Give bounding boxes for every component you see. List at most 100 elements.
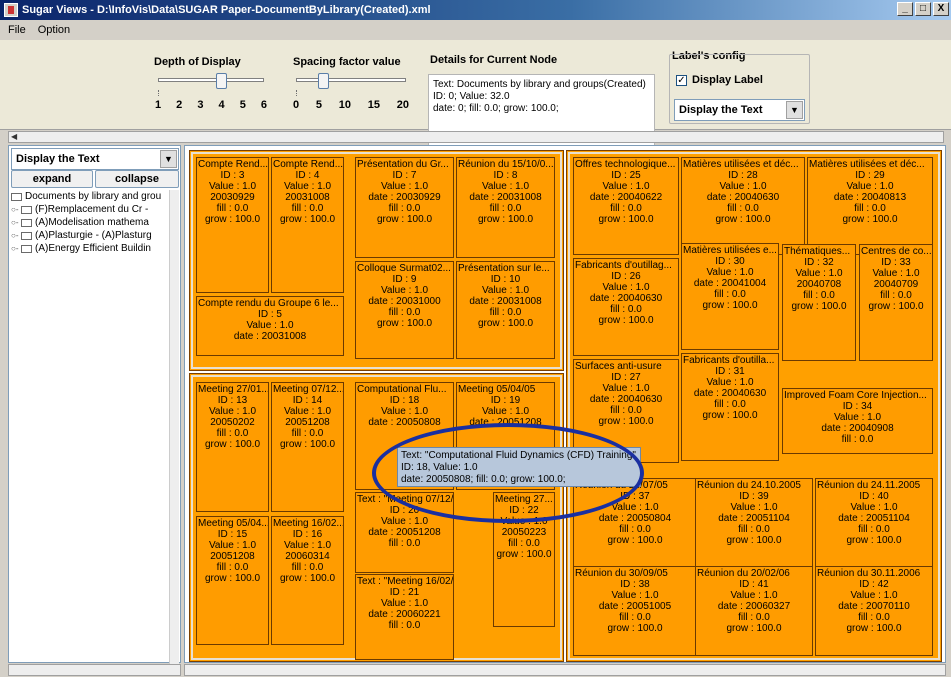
treemap-node[interactable]: Matières utilisées e... ID : 30 Value : 1.… [681, 243, 779, 350]
treemap-node[interactable]: Colloque Surmat02... ID : 9 Value : 1.0 dat… [355, 261, 454, 359]
treemap-node[interactable]: Centres de co... ID : 33 Value : 1.0 200407… [859, 244, 933, 361]
treemap-node[interactable]: Réunion du 15/10/0... ID : 8 Value : 1.0 da… [456, 157, 555, 258]
node-title: Réunion du 24.10.2005 [697, 480, 801, 491]
scroll-left-icon[interactable]: ◀ [11, 132, 17, 141]
node-attribute: grow : 100.0 [598, 214, 654, 225]
node-attribute: fill : 0.0 [738, 524, 770, 535]
expand-handle-icon[interactable]: ○- [11, 231, 19, 240]
node-attribute: Value : 1.0 [283, 181, 332, 192]
treemap-node[interactable]: Offres technologique... ID : 25 Value : 1.… [573, 157, 679, 255]
node-title: Réunion du 15/10/0... [458, 159, 554, 170]
maximize-button[interactable]: □ [915, 2, 931, 16]
depth-slider-track[interactable] [158, 78, 264, 82]
top-scrollbar[interactable]: ◀ [8, 131, 944, 143]
tree-node[interactable]: ○- (F)Remplacement du Cr - [11, 203, 177, 216]
node-attribute: date : 20051005 [598, 601, 672, 612]
menu-file[interactable]: File [8, 24, 26, 36]
node-title: Surfaces anti-usure [575, 361, 662, 372]
node-attribute: Value : 1.0 [611, 590, 659, 601]
folder-icon [11, 192, 22, 201]
node-attribute: Value : 1.0 [730, 590, 778, 601]
canvas-hscrollbar[interactable] [184, 664, 946, 676]
tree-label: (F)Remplacement du Cr - [35, 204, 149, 215]
treemap-node[interactable]: Fabricants d'outillag... ID : 26 Value : 1… [573, 258, 679, 356]
treemap-node[interactable]: Meeting 27/01... ID : 13 Value : 1.0 200502… [196, 382, 269, 512]
treemap-node[interactable]: Meeting 05/04... ID : 15 Value : 1.0 200512… [196, 516, 269, 645]
expand-handle-icon[interactable]: ○- [11, 218, 19, 227]
node-attribute: grow : 100.0 [598, 416, 654, 427]
node-attribute: fill : 0.0 [858, 612, 890, 623]
treemap-node[interactable]: Compte rendu du Groupe 6 le... ID : 5 Valu… [196, 296, 344, 356]
display-label-text: Display Label [692, 74, 763, 86]
node-attribute: grow : 100.0 [842, 214, 898, 225]
expand-button[interactable]: expand [11, 170, 93, 188]
node-attribute: Value : 1.0 [283, 406, 332, 417]
treemap-canvas[interactable]: Compte Rend... ID : 3 Value : 1.0 20030929 f… [184, 145, 946, 663]
node-attribute: date : 20051104 [838, 513, 910, 524]
node-attribute: ID : 26 [611, 271, 641, 282]
treemap-node[interactable]: Compte Rend... ID : 3 Value : 1.0 20030929 f… [196, 157, 269, 293]
treemap-node[interactable]: Meeting 16/02... ID : 16 Value : 1.0 200603… [271, 516, 344, 645]
node-title: Réunion du 20/02/06 [697, 568, 790, 579]
treemap-node[interactable]: Réunion du 30.11.2006 ID : 42 Value : 1.0 d… [815, 566, 933, 656]
spacing-slider-thumb[interactable] [318, 73, 329, 89]
node-attribute: date : 20031008 [233, 331, 307, 342]
treemap-node[interactable]: Présentation sur le... ID : 10 Value : 1.0… [456, 261, 555, 359]
depth-slider-thumb[interactable] [216, 73, 227, 89]
tree-root[interactable]: Documents by library and grou [11, 190, 177, 203]
tree-label: (A)Energy Efficient Buildin [35, 243, 151, 254]
treemap-node[interactable]: Thématiques... ID : 32 Value : 1.0 20040708… [782, 244, 856, 361]
node-attribute: Value : 1.0 [208, 181, 257, 192]
treemap-node[interactable]: Matières utilisées et déc... ID : 29 Value… [807, 157, 933, 255]
node-attribute: date : 20031008 [469, 192, 542, 203]
minimize-button[interactable]: _ [897, 2, 913, 16]
treemap-node[interactable]: Compte Rend... ID : 4 Value : 1.0 20031008 f… [271, 157, 344, 293]
treemap-node[interactable]: Réunion du 20/02/06 ID : 41 Value : 1.0 dat… [695, 566, 813, 656]
node-attribute: Value : 1.0 [846, 181, 894, 192]
close-button[interactable]: X [933, 2, 949, 16]
chevron-down-icon[interactable]: ▼ [160, 150, 177, 168]
collapse-button[interactable]: collapse [95, 170, 179, 188]
treemap-node[interactable]: Improved Foam Core Injection... ID : 34 Va… [782, 388, 933, 454]
treemap-node[interactable]: Présentation du Gr... ID : 7 Value : 1.0 da… [355, 157, 454, 258]
label-mode-combo[interactable]: Display the Text ▼ [674, 99, 805, 121]
treemap-node[interactable]: Meeting 07/12... ID : 14 Value : 1.0 200512… [271, 382, 344, 512]
depth-label: 5 [239, 99, 246, 111]
expand-handle-icon[interactable]: ○- [11, 205, 19, 214]
menu-option[interactable]: Option [38, 24, 70, 36]
treemap-node[interactable]: Réunion du 24.10.2005 ID : 39 Value : 1.0 d… [695, 478, 813, 568]
node-attribute: fill : 0.0 [388, 620, 421, 631]
node-attribute: fill : 0.0 [738, 612, 770, 623]
treemap-node[interactable]: Text : "Meeting 16/02/06"ID : 21Value : … [355, 574, 454, 660]
expand-handle-icon[interactable]: ○- [11, 244, 19, 253]
details-title: Details for Current Node [430, 54, 558, 66]
sidebar-vscrollbar[interactable] [169, 190, 179, 664]
tree-node[interactable]: ○- (A)Plasturgie - (A)Plasturg [11, 229, 177, 242]
spacing-slider-track[interactable] [296, 78, 406, 82]
node-attribute: ID : 28 [728, 170, 758, 181]
node-attribute: grow : 100.0 [598, 315, 654, 326]
node-title: Thématiques... [784, 246, 851, 257]
tree-node[interactable]: ○- (A)Energy Efficient Buildin [11, 242, 177, 255]
treemap-node[interactable]: Matières utilisées et déc... ID : 28 Value… [681, 157, 805, 255]
treemap-node[interactable]: Réunion du 24.11.2005 ID : 40 Value : 1.0 d… [815, 478, 933, 568]
display-label-checkbox[interactable]: ✓ [676, 75, 687, 86]
node-attribute: ID : 41 [739, 579, 769, 590]
node-attribute: Value : 1.0 [481, 181, 530, 192]
node-attribute: Value : 1.0 [208, 540, 257, 551]
treemap-node[interactable]: Réunion du 30/09/05 ID : 38 Value : 1.0 dat… [573, 566, 697, 656]
treemap-node[interactable]: Fabricants d'outilla... ID : 31 Value : 1.… [681, 353, 779, 461]
node-title: Colloque Surmat02... [357, 263, 451, 274]
chevron-down-icon[interactable]: ▼ [786, 101, 803, 119]
node-attribute: fill : 0.0 [291, 203, 324, 214]
node-attribute: 20051208 [210, 551, 255, 562]
tree-label: (A)Modelisation mathema [35, 217, 149, 228]
node-attribute: grow : 100.0 [496, 549, 552, 560]
node-attribute: fill : 0.0 [854, 203, 886, 214]
node-attribute: ID : 38 [620, 579, 650, 590]
node-attribute: ID : 13 [217, 395, 248, 406]
node-attribute: date : 20060221 [368, 609, 441, 620]
tree-node[interactable]: ○- (A)Modelisation mathema [11, 216, 177, 229]
sidebar-display-combo[interactable]: Display the Text ▼ [11, 148, 179, 170]
sidebar-hscrollbar[interactable] [8, 664, 181, 676]
